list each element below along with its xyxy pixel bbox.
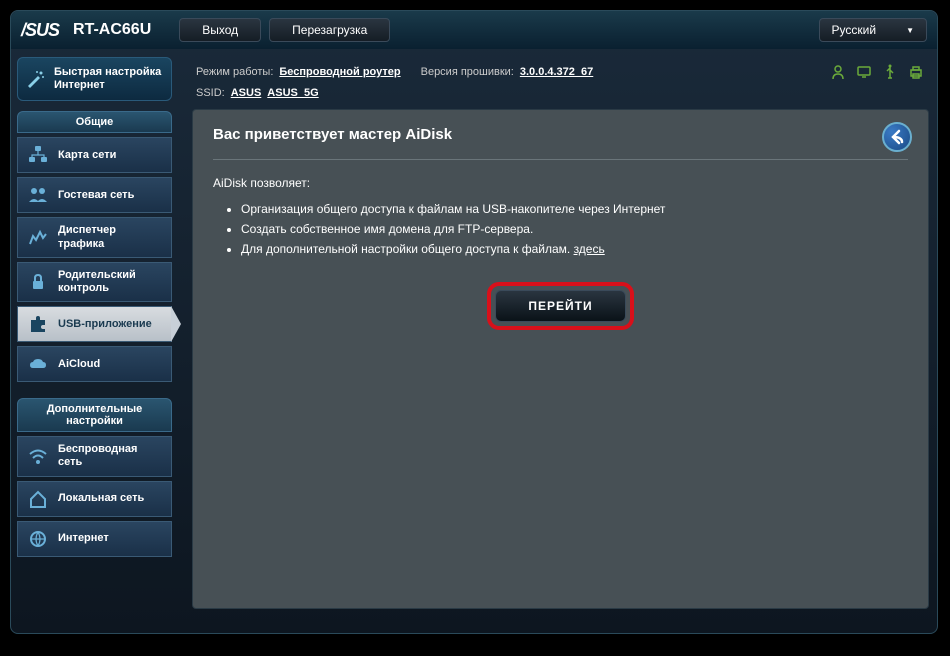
sidebar-item-label: Карта сети [58, 149, 116, 162]
usb-status-icon[interactable] [881, 63, 899, 81]
section-general-header: Общие [17, 111, 172, 133]
feature-item: Создать собственное имя домена для FTP-с… [241, 222, 908, 236]
user-status-icon[interactable] [829, 63, 847, 81]
aidisk-panel: Вас приветствует мастер AiDisk AiDisk по… [192, 109, 929, 609]
top-header: /SUS RT-AC66U Выход Перезагрузка Русский… [11, 11, 937, 49]
fw-link[interactable]: 3.0.0.4.372_67 [520, 66, 593, 78]
sidebar-item-label: Локальная сеть [58, 492, 144, 505]
sidebar-item-label: Интернет [58, 532, 109, 545]
ssid-bar: SSID: ASUS ASUS_5G [192, 87, 929, 105]
status-icons [829, 63, 925, 81]
quick-setup-button[interactable]: Быстрая настройка Интернет [17, 57, 172, 101]
wifi-icon [26, 445, 50, 467]
language-select[interactable]: Русский ▼ [819, 18, 927, 42]
panel-title: Вас приветствует мастер AiDisk [213, 126, 908, 155]
sidebar-item-network-map[interactable]: Карта сети [17, 137, 172, 173]
traffic-icon [26, 227, 50, 249]
wand-icon [24, 68, 46, 90]
sidebar-item-wireless[interactable]: Беспроводная сеть [17, 436, 172, 476]
sidebar-item-wan[interactable]: Интернет [17, 521, 172, 557]
sidebar-item-lan[interactable]: Локальная сеть [17, 481, 172, 517]
brand-logo: /SUS [21, 20, 59, 41]
logout-button[interactable]: Выход [179, 18, 261, 42]
content-area: Режим работы: Беспроводной роутер Версия… [178, 49, 937, 633]
sidebar-item-label: Родительский контроль [58, 269, 163, 295]
puzzle-icon [26, 313, 50, 335]
sidebar-item-guest-network[interactable]: Гостевая сеть [17, 177, 172, 213]
ssid-label: SSID: [196, 87, 225, 99]
go-button-highlight: ПЕРЕЙТИ [487, 282, 633, 330]
go-button[interactable]: ПЕРЕЙТИ [495, 290, 625, 322]
quick-setup-label: Быстрая настройка Интернет [54, 66, 165, 92]
globe-icon [26, 528, 50, 550]
ssid-1-link[interactable]: ASUS [231, 87, 262, 99]
info-bar: Режим работы: Беспроводной роутер Версия… [192, 57, 929, 87]
home-icon [26, 488, 50, 510]
ssid-2-link[interactable]: ASUS_5G [267, 87, 318, 99]
sidebar-item-label: Беспроводная сеть [58, 443, 163, 469]
feature-list: Организация общего доступа к файлам на U… [213, 202, 908, 256]
sidebar-item-label: Диспетчер трафика [58, 224, 163, 250]
section-advanced-header: Дополнительные настройки [17, 398, 172, 432]
model-name: RT-AC66U [73, 21, 151, 39]
reboot-button[interactable]: Перезагрузка [269, 18, 390, 42]
cloud-icon [26, 353, 50, 375]
sidebar-item-traffic-manager[interactable]: Диспетчер трафика [17, 217, 172, 257]
guest-network-icon [26, 184, 50, 206]
monitor-status-icon[interactable] [855, 63, 873, 81]
mode-link[interactable]: Беспроводной роутер [279, 66, 400, 78]
here-link[interactable]: здесь [574, 242, 605, 256]
sidebar-item-label: USB-приложение [58, 318, 152, 331]
feature-text: Для дополнительной настройки общего дост… [241, 242, 574, 256]
intro-text: AiDisk позволяет: [213, 176, 908, 190]
feature-item: Организация общего доступа к файлам на U… [241, 202, 908, 216]
network-map-icon [26, 144, 50, 166]
sidebar: Быстрая настройка Интернет Общие Карта с… [11, 49, 178, 633]
feature-item: Для дополнительной настройки общего дост… [241, 242, 908, 256]
back-button[interactable] [882, 122, 912, 152]
sidebar-item-label: Гостевая сеть [58, 189, 134, 202]
sidebar-item-parental-control[interactable]: Родительский контроль [17, 262, 172, 302]
sidebar-item-label: AiCloud [58, 358, 100, 371]
sidebar-item-usb-app[interactable]: USB-приложение [17, 306, 172, 342]
divider [213, 159, 908, 160]
lock-icon [26, 271, 50, 293]
sidebar-item-aicloud[interactable]: AiCloud [17, 346, 172, 382]
fw-label: Версия прошивки: [421, 66, 514, 78]
language-label: Русский [832, 23, 877, 37]
chevron-down-icon: ▼ [906, 26, 914, 35]
mode-label: Режим работы: [196, 66, 273, 78]
printer-status-icon[interactable] [907, 63, 925, 81]
